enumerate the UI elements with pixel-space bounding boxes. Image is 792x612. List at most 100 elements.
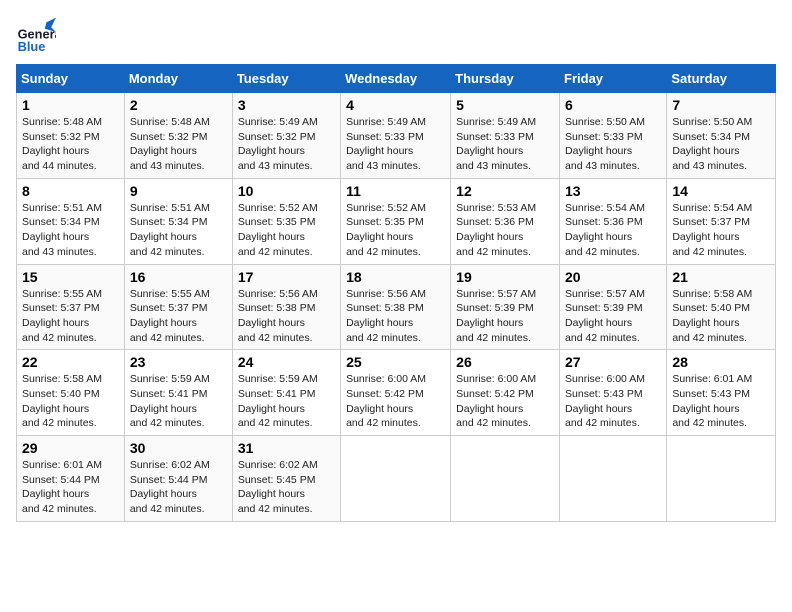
day-number: 30 bbox=[130, 440, 227, 456]
day-number: 9 bbox=[130, 183, 227, 199]
day-info: Sunrise: 5:48 AMSunset: 5:32 PMDaylight … bbox=[22, 116, 102, 172]
day-number: 15 bbox=[22, 269, 119, 285]
day-number: 3 bbox=[238, 97, 335, 113]
calendar-cell: 14 Sunrise: 5:54 AMSunset: 5:37 PMDaylig… bbox=[667, 178, 776, 264]
day-info: Sunrise: 5:54 AMSunset: 5:37 PMDaylight … bbox=[672, 202, 752, 258]
calendar-week-row: 8 Sunrise: 5:51 AMSunset: 5:34 PMDayligh… bbox=[17, 178, 776, 264]
calendar-cell: 18 Sunrise: 5:56 AMSunset: 5:38 PMDaylig… bbox=[341, 264, 451, 350]
day-number: 26 bbox=[456, 354, 554, 370]
day-number: 13 bbox=[565, 183, 661, 199]
calendar-cell: 26 Sunrise: 6:00 AMSunset: 5:42 PMDaylig… bbox=[451, 350, 560, 436]
day-number: 10 bbox=[238, 183, 335, 199]
logo-icon: General Blue bbox=[16, 16, 56, 56]
calendar-cell: 17 Sunrise: 5:56 AMSunset: 5:38 PMDaylig… bbox=[232, 264, 340, 350]
day-number: 28 bbox=[672, 354, 770, 370]
day-info: Sunrise: 6:01 AMSunset: 5:44 PMDaylight … bbox=[22, 459, 102, 515]
day-number: 5 bbox=[456, 97, 554, 113]
calendar-cell bbox=[341, 436, 451, 522]
weekday-header-saturday: Saturday bbox=[667, 65, 776, 93]
day-info: Sunrise: 6:02 AMSunset: 5:45 PMDaylight … bbox=[238, 459, 318, 515]
day-info: Sunrise: 5:59 AMSunset: 5:41 PMDaylight … bbox=[130, 373, 210, 429]
calendar-cell: 3 Sunrise: 5:49 AMSunset: 5:32 PMDayligh… bbox=[232, 93, 340, 179]
day-info: Sunrise: 5:54 AMSunset: 5:36 PMDaylight … bbox=[565, 202, 645, 258]
weekday-header-monday: Monday bbox=[124, 65, 232, 93]
calendar-cell: 5 Sunrise: 5:49 AMSunset: 5:33 PMDayligh… bbox=[451, 93, 560, 179]
day-info: Sunrise: 5:55 AMSunset: 5:37 PMDaylight … bbox=[22, 288, 102, 344]
day-info: Sunrise: 5:58 AMSunset: 5:40 PMDaylight … bbox=[672, 288, 752, 344]
calendar-week-row: 1 Sunrise: 5:48 AMSunset: 5:32 PMDayligh… bbox=[17, 93, 776, 179]
day-number: 17 bbox=[238, 269, 335, 285]
calendar-cell: 16 Sunrise: 5:55 AMSunset: 5:37 PMDaylig… bbox=[124, 264, 232, 350]
day-info: Sunrise: 5:50 AMSunset: 5:34 PMDaylight … bbox=[672, 116, 752, 172]
calendar-cell: 9 Sunrise: 5:51 AMSunset: 5:34 PMDayligh… bbox=[124, 178, 232, 264]
calendar-cell: 1 Sunrise: 5:48 AMSunset: 5:32 PMDayligh… bbox=[17, 93, 125, 179]
calendar-cell: 24 Sunrise: 5:59 AMSunset: 5:41 PMDaylig… bbox=[232, 350, 340, 436]
calendar-cell: 2 Sunrise: 5:48 AMSunset: 5:32 PMDayligh… bbox=[124, 93, 232, 179]
day-info: Sunrise: 5:49 AMSunset: 5:33 PMDaylight … bbox=[346, 116, 426, 172]
header: General Blue bbox=[16, 16, 776, 56]
day-number: 2 bbox=[130, 97, 227, 113]
weekday-header-thursday: Thursday bbox=[451, 65, 560, 93]
day-info: Sunrise: 5:52 AMSunset: 5:35 PMDaylight … bbox=[238, 202, 318, 258]
day-info: Sunrise: 6:00 AMSunset: 5:42 PMDaylight … bbox=[346, 373, 426, 429]
day-info: Sunrise: 5:55 AMSunset: 5:37 PMDaylight … bbox=[130, 288, 210, 344]
day-info: Sunrise: 5:57 AMSunset: 5:39 PMDaylight … bbox=[456, 288, 536, 344]
calendar-cell: 23 Sunrise: 5:59 AMSunset: 5:41 PMDaylig… bbox=[124, 350, 232, 436]
day-number: 23 bbox=[130, 354, 227, 370]
day-number: 8 bbox=[22, 183, 119, 199]
calendar-cell: 21 Sunrise: 5:58 AMSunset: 5:40 PMDaylig… bbox=[667, 264, 776, 350]
calendar-cell bbox=[667, 436, 776, 522]
day-info: Sunrise: 5:57 AMSunset: 5:39 PMDaylight … bbox=[565, 288, 645, 344]
day-number: 19 bbox=[456, 269, 554, 285]
day-info: Sunrise: 5:53 AMSunset: 5:36 PMDaylight … bbox=[456, 202, 536, 258]
day-info: Sunrise: 6:00 AMSunset: 5:42 PMDaylight … bbox=[456, 373, 536, 429]
calendar-cell: 31 Sunrise: 6:02 AMSunset: 5:45 PMDaylig… bbox=[232, 436, 340, 522]
day-number: 24 bbox=[238, 354, 335, 370]
weekday-header-sunday: Sunday bbox=[17, 65, 125, 93]
day-number: 7 bbox=[672, 97, 770, 113]
calendar-cell: 11 Sunrise: 5:52 AMSunset: 5:35 PMDaylig… bbox=[341, 178, 451, 264]
day-info: Sunrise: 5:56 AMSunset: 5:38 PMDaylight … bbox=[238, 288, 318, 344]
day-info: Sunrise: 5:51 AMSunset: 5:34 PMDaylight … bbox=[22, 202, 102, 258]
calendar-cell: 8 Sunrise: 5:51 AMSunset: 5:34 PMDayligh… bbox=[17, 178, 125, 264]
day-number: 31 bbox=[238, 440, 335, 456]
calendar-cell: 22 Sunrise: 5:58 AMSunset: 5:40 PMDaylig… bbox=[17, 350, 125, 436]
calendar-cell: 19 Sunrise: 5:57 AMSunset: 5:39 PMDaylig… bbox=[451, 264, 560, 350]
day-info: Sunrise: 5:58 AMSunset: 5:40 PMDaylight … bbox=[22, 373, 102, 429]
weekday-header-row: SundayMondayTuesdayWednesdayThursdayFrid… bbox=[17, 65, 776, 93]
calendar-cell bbox=[560, 436, 667, 522]
day-number: 12 bbox=[456, 183, 554, 199]
calendar-cell: 13 Sunrise: 5:54 AMSunset: 5:36 PMDaylig… bbox=[560, 178, 667, 264]
calendar-week-row: 29 Sunrise: 6:01 AMSunset: 5:44 PMDaylig… bbox=[17, 436, 776, 522]
day-number: 20 bbox=[565, 269, 661, 285]
calendar-table: SundayMondayTuesdayWednesdayThursdayFrid… bbox=[16, 64, 776, 522]
svg-text:Blue: Blue bbox=[18, 39, 46, 54]
day-number: 11 bbox=[346, 183, 445, 199]
calendar-cell: 12 Sunrise: 5:53 AMSunset: 5:36 PMDaylig… bbox=[451, 178, 560, 264]
calendar-cell: 29 Sunrise: 6:01 AMSunset: 5:44 PMDaylig… bbox=[17, 436, 125, 522]
day-number: 21 bbox=[672, 269, 770, 285]
day-info: Sunrise: 5:59 AMSunset: 5:41 PMDaylight … bbox=[238, 373, 318, 429]
day-number: 27 bbox=[565, 354, 661, 370]
calendar-week-row: 22 Sunrise: 5:58 AMSunset: 5:40 PMDaylig… bbox=[17, 350, 776, 436]
day-number: 4 bbox=[346, 97, 445, 113]
day-info: Sunrise: 6:02 AMSunset: 5:44 PMDaylight … bbox=[130, 459, 210, 515]
day-number: 22 bbox=[22, 354, 119, 370]
day-info: Sunrise: 5:51 AMSunset: 5:34 PMDaylight … bbox=[130, 202, 210, 258]
calendar-cell: 20 Sunrise: 5:57 AMSunset: 5:39 PMDaylig… bbox=[560, 264, 667, 350]
weekday-header-friday: Friday bbox=[560, 65, 667, 93]
weekday-header-tuesday: Tuesday bbox=[232, 65, 340, 93]
day-info: Sunrise: 5:49 AMSunset: 5:32 PMDaylight … bbox=[238, 116, 318, 172]
day-number: 14 bbox=[672, 183, 770, 199]
weekday-header-wednesday: Wednesday bbox=[341, 65, 451, 93]
day-info: Sunrise: 5:50 AMSunset: 5:33 PMDaylight … bbox=[565, 116, 645, 172]
day-info: Sunrise: 5:56 AMSunset: 5:38 PMDaylight … bbox=[346, 288, 426, 344]
day-info: Sunrise: 5:52 AMSunset: 5:35 PMDaylight … bbox=[346, 202, 426, 258]
calendar-cell: 15 Sunrise: 5:55 AMSunset: 5:37 PMDaylig… bbox=[17, 264, 125, 350]
calendar-cell: 4 Sunrise: 5:49 AMSunset: 5:33 PMDayligh… bbox=[341, 93, 451, 179]
day-number: 18 bbox=[346, 269, 445, 285]
calendar-cell: 28 Sunrise: 6:01 AMSunset: 5:43 PMDaylig… bbox=[667, 350, 776, 436]
day-info: Sunrise: 6:01 AMSunset: 5:43 PMDaylight … bbox=[672, 373, 752, 429]
day-number: 25 bbox=[346, 354, 445, 370]
day-number: 6 bbox=[565, 97, 661, 113]
